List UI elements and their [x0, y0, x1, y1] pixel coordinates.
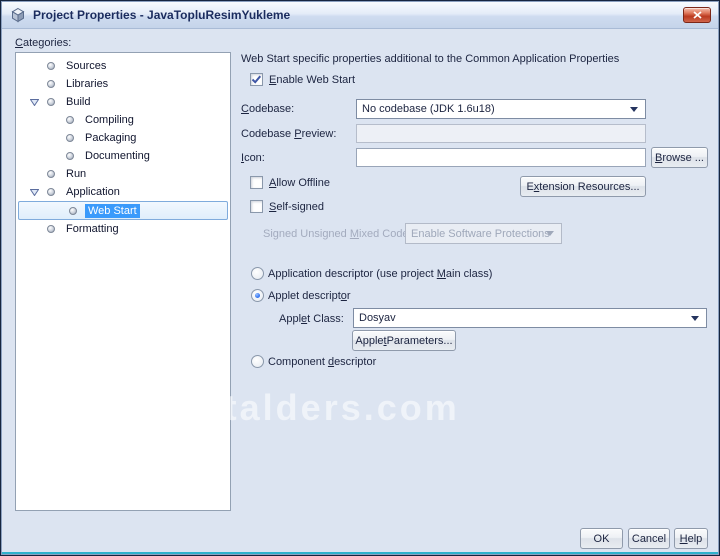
applet-descriptor-radio[interactable] [251, 289, 264, 302]
node-icon [47, 225, 55, 233]
close-icon [692, 11, 702, 19]
tree-item-formatting[interactable]: Formatting [16, 220, 230, 238]
tree-item-web-start[interactable]: Web Start [18, 201, 228, 220]
applet-descriptor-label: Applet descriptor [268, 290, 351, 302]
icon-input[interactable] [356, 148, 646, 167]
tree-item-documenting[interactable]: Documenting [16, 147, 230, 165]
node-icon [47, 98, 55, 106]
chevron-down-icon [630, 107, 638, 112]
expander-icon[interactable] [21, 188, 47, 196]
application-descriptor-label: Application descriptor (use project Main… [268, 268, 493, 280]
component-descriptor-label: Component descriptor [268, 356, 377, 368]
applet-parameters-button[interactable]: Apple t Parameters... [352, 330, 456, 351]
applet-class-select[interactable]: Dosyav [353, 308, 707, 328]
categories-tree: Sources Libraries Build Compiling Packag… [15, 52, 231, 511]
tree-item-compiling[interactable]: Compiling [16, 111, 230, 129]
extension-resources-button[interactable]: Ex tension Resources... [520, 176, 646, 197]
close-button[interactable] [683, 7, 711, 23]
chevron-down-icon [691, 316, 699, 321]
mixed-code-select: Enable Software Protections [405, 223, 562, 244]
help-button[interactable]: Help [674, 528, 708, 549]
node-icon [66, 116, 74, 124]
codebase-preview-input [356, 124, 646, 143]
node-icon [66, 134, 74, 142]
component-descriptor-radio[interactable] [251, 355, 264, 368]
browse-button[interactable]: Browse ... [651, 147, 708, 168]
tree-item-sources[interactable]: Sources [16, 57, 230, 75]
application-descriptor-radio[interactable] [251, 267, 264, 280]
categories-label: Categories: [15, 37, 72, 49]
tree-item-application[interactable]: Application [16, 183, 230, 201]
node-icon [47, 170, 55, 178]
tree-item-packaging[interactable]: Packaging [16, 129, 230, 147]
enable-web-start-label: Enable Web Start [269, 74, 356, 86]
ok-button[interactable]: OK [580, 528, 623, 549]
expander-icon[interactable] [21, 98, 47, 106]
enable-web-start-checkbox[interactable] [250, 73, 263, 86]
window-title: Project Properties - JavaTopluResimYukle… [33, 8, 291, 22]
self-signed-checkbox[interactable] [250, 200, 263, 213]
checkmark-icon [251, 75, 262, 84]
codebase-preview-label: Codebase Preview: [241, 128, 337, 140]
chevron-down-icon [546, 231, 554, 236]
codebase-label: Codebase: [241, 103, 295, 115]
allow-offline-label: Allow Offline [269, 177, 330, 189]
mixed-code-label: Signed Unsigned Mixed Code: [263, 228, 412, 240]
applet-class-label: Applet Class: [279, 313, 344, 325]
node-icon [66, 152, 74, 160]
cancel-button[interactable]: Cancel [628, 528, 670, 549]
node-icon [47, 62, 55, 70]
panel-header: Web Start specific properties additional… [241, 53, 620, 65]
codebase-select[interactable]: No codebase (JDK 1.6u18) [356, 99, 646, 119]
icon-label: Icon: [241, 152, 265, 164]
cube-project-icon [10, 7, 26, 23]
node-icon [47, 188, 55, 196]
project-properties-dialog: Project Properties - JavaTopluResimYukle… [0, 0, 720, 556]
tree-item-libraries[interactable]: Libraries [16, 75, 230, 93]
node-icon [47, 80, 55, 88]
tree-item-run[interactable]: Run [16, 165, 230, 183]
title-bar: Project Properties - JavaTopluResimYukle… [2, 2, 718, 29]
tree-item-build[interactable]: Build [16, 93, 230, 111]
allow-offline-checkbox[interactable] [250, 176, 263, 189]
self-signed-label: Self-signed [269, 201, 325, 213]
node-icon [69, 206, 77, 215]
